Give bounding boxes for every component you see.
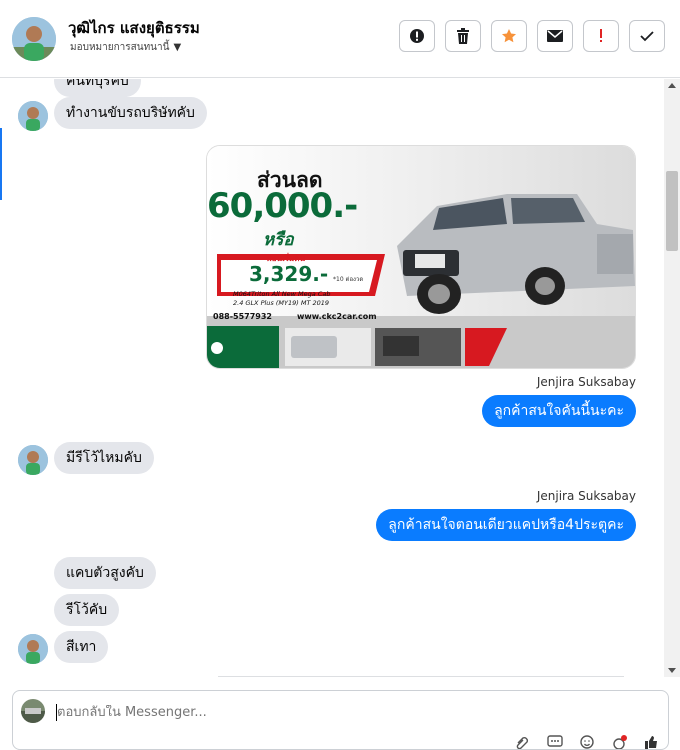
contact-avatar-small — [18, 634, 48, 664]
ad-model-line1: M064Triton All New Mega Cab — [233, 290, 331, 298]
attachment-icon[interactable] — [515, 735, 531, 749]
check-icon — [640, 31, 654, 42]
reply-composer[interactable] — [12, 690, 669, 750]
mark-unread-button[interactable] — [537, 20, 573, 52]
incoming-message: สีเทา — [54, 631, 109, 663]
contact-name: วุฒิไกร แสงยุติธรรม — [68, 19, 200, 37]
contact-avatar-small — [18, 445, 48, 475]
envelope-icon — [547, 30, 563, 42]
trash-icon — [457, 28, 469, 44]
emoji-icon[interactable] — [579, 735, 595, 749]
notification-icon[interactable] — [611, 735, 627, 749]
contact-avatar-small — [18, 101, 48, 131]
caret-down-icon: ▼ — [173, 42, 182, 53]
mark-done-button[interactable] — [629, 20, 665, 52]
star-icon — [502, 29, 516, 43]
exclamation-circle-icon — [410, 29, 424, 43]
thread-scrollbar[interactable] — [664, 79, 680, 677]
assign-conversation-dropdown[interactable]: มอบหมายการสนทนานี้ ▼ — [70, 40, 181, 55]
assign-label: มอบหมายการสนทนานี้ — [70, 42, 170, 53]
message-thread[interactable]: คนที่บุรีคับ ทำงานขับรถบริษัทคับ ส่วนลด … — [0, 79, 664, 677]
incoming-message: ทำงานขับรถบริษัทคับ — [54, 97, 207, 129]
divider — [218, 676, 624, 677]
ad-installment-value: 3,329.- — [249, 262, 329, 286]
contact-avatar[interactable] — [12, 17, 56, 61]
reply-input[interactable] — [57, 705, 637, 720]
conversation-header: วุฒิไกร แสงยุติธรรม มอบหมายการสนทนานี้ ▼ — [0, 0, 680, 78]
ad-or-label: หรือ — [263, 230, 294, 250]
scrollbar-thumb[interactable] — [666, 171, 678, 251]
ad-discount-value: 60,000.- — [207, 186, 358, 226]
page-avatar — [21, 699, 45, 723]
scroll-up-icon[interactable] — [668, 83, 676, 88]
sender-name: Jenjira Suksabay — [536, 489, 636, 503]
exclamation-icon — [600, 29, 602, 42]
composer-tools — [515, 735, 659, 749]
like-icon[interactable] — [643, 735, 659, 749]
car-advertisement-image[interactable]: ส่วนลด 60,000.- หรือ ผ่อนเริ่มต้น 3,329.… — [206, 145, 636, 369]
incoming-message: มีรีโว้ไหมคับ — [54, 442, 154, 474]
follow-up-button[interactable] — [583, 20, 619, 52]
sender-name: Jenjira Suksabay — [536, 375, 636, 389]
scroll-down-icon[interactable] — [668, 668, 676, 673]
delete-button[interactable] — [445, 20, 481, 52]
ad-website: www.ckc2car.com — [297, 312, 377, 321]
saved-replies-icon[interactable] — [547, 735, 563, 749]
ad-model-line2: 2.4 GLX Plus (MY19) MT 2019 — [233, 299, 330, 307]
incoming-message: คนที่บุรีคับ — [54, 79, 141, 97]
ad-installment-note: *10 ต่องวด — [333, 276, 364, 283]
star-button[interactable] — [491, 20, 527, 52]
ad-phone: 088-5577932 — [213, 312, 272, 321]
mark-spam-button[interactable] — [399, 20, 435, 52]
action-toolbar — [399, 20, 665, 52]
outgoing-message: ลูกค้าสนใจตอนเดียวแคปหรือ4ประตูคะ — [376, 509, 636, 541]
incoming-message: แคบตัวสูงคับ — [54, 557, 156, 589]
outgoing-message: ลูกค้าสนใจคันนี้นะคะ — [482, 395, 636, 427]
incoming-message: รีโว้คับ — [54, 594, 120, 626]
